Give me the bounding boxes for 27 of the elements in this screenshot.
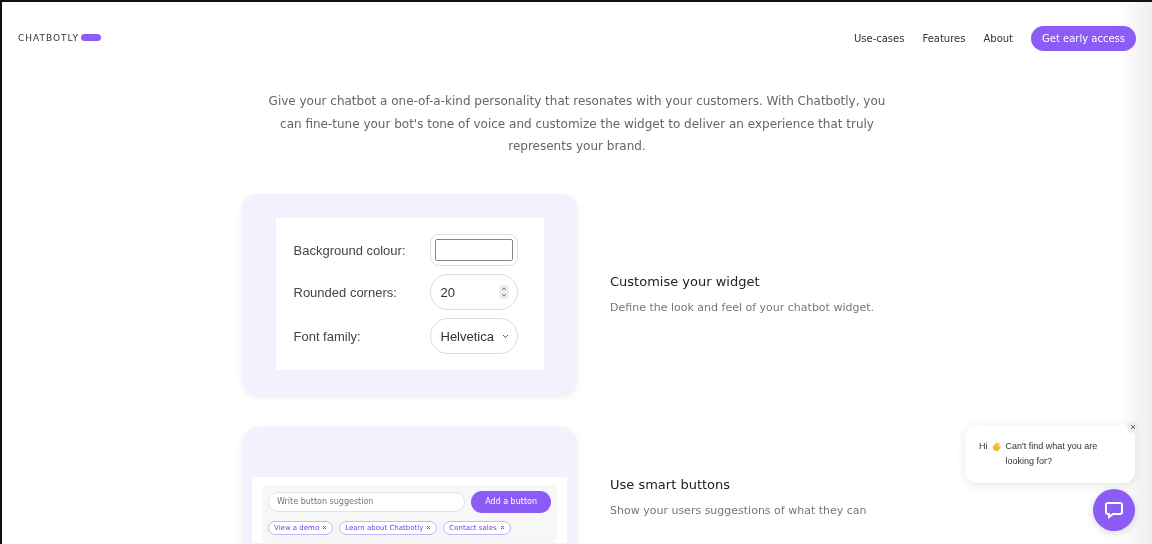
chevron-down-icon [501, 333, 509, 339]
spinner-icon [498, 285, 509, 299]
early-access-button[interactable]: Get early access [1031, 25, 1136, 51]
suggestion-input[interactable]: Write button suggestion [268, 491, 466, 512]
intro-paragraph: Give your chatbot a one-of-a-kind personality that resonates with your customers. With Chatbotly, you can fine-tune your bot's tone of voice and customize the widget to deliver an experience that truly represents your brand. [267, 93, 887, 155]
greeting-message: Can't find what you are looking for? [1005, 440, 1099, 468]
greeting-text: Hi [979, 440, 988, 453]
waving-hand-icon [991, 441, 1002, 451]
setting-label: Background colour: [293, 242, 407, 258]
add-button[interactable]: Add a button [471, 490, 551, 513]
remove-icon [322, 525, 328, 530]
chat-bubble-icon [1104, 500, 1124, 520]
feature-title: Use smart buttons [610, 476, 732, 492]
remove-icon [499, 525, 505, 530]
remove-icon [426, 525, 432, 530]
setting-label: Rounded corners: [293, 284, 398, 300]
nav-link[interactable]: About [983, 32, 1014, 44]
nav-link[interactable]: Features [922, 32, 966, 44]
setting-label: Font family: [293, 328, 362, 344]
feature-description: Show your users suggestions of what they can [610, 503, 868, 517]
close-icon[interactable] [1127, 421, 1139, 433]
feature-title: Customise your widget [610, 274, 761, 289]
nav-link[interactable]: Use-cases [853, 32, 905, 44]
chat-button[interactable] [1093, 489, 1135, 531]
feature-description: Define the look and feel of your chatbot widget. [610, 301, 875, 314]
brand-logo[interactable]: CHATBOTLY [18, 33, 101, 43]
color-field[interactable] [429, 234, 518, 266]
